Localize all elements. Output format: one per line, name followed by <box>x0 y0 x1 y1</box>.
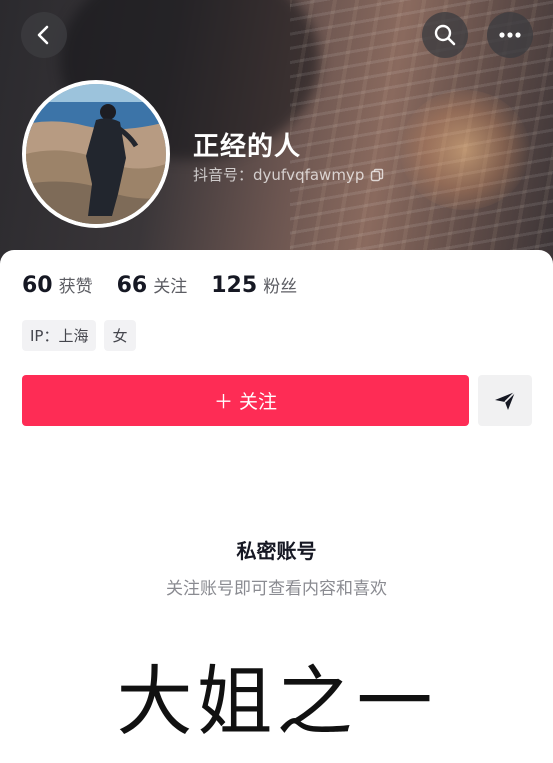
search-button[interactable] <box>422 12 468 58</box>
search-icon <box>434 24 456 46</box>
ip-location-tag: IP：上海 <box>22 320 97 351</box>
private-account-subtitle: 关注账号即可查看内容和喜欢 <box>166 579 387 599</box>
stat-value: 66 <box>116 273 148 298</box>
nickname: 正经的人 <box>193 132 302 162</box>
chevron-left-icon <box>37 25 49 45</box>
douyin-id: 抖音号：dyufvqfawmyp <box>193 166 365 184</box>
avatar[interactable] <box>22 80 170 228</box>
overlay-caption: 大姐之一 <box>116 657 437 746</box>
follow-button[interactable]: ＋ 关注 <box>22 375 469 426</box>
share-button[interactable] <box>478 375 532 426</box>
more-button[interactable] <box>487 12 533 58</box>
stat-likes[interactable]: 60 获赞 <box>22 272 93 298</box>
stat-label: 获赞 <box>58 277 93 297</box>
profile-tags: IP：上海 女 <box>22 320 136 351</box>
stat-value: 60 <box>22 273 53 298</box>
send-icon <box>495 390 516 410</box>
stat-value: 125 <box>211 273 258 298</box>
stats-row: 60 获赞 66 关注 125 粉丝 <box>22 272 297 298</box>
stat-label: 粉丝 <box>263 277 298 297</box>
back-button[interactable] <box>21 12 67 58</box>
profile-card: 60 获赞 66 关注 125 粉丝 IP：上海 女 ＋ 关注 私密账号 关注账… <box>0 250 553 763</box>
private-account-title: 私密账号 <box>236 539 317 563</box>
copy-icon[interactable] <box>370 168 384 182</box>
douyin-id-row[interactable]: 抖音号：dyufvqfawmyp <box>193 164 384 185</box>
profile-banner: 正经的人 抖音号：dyufvqfawmyp <box>0 0 553 275</box>
avatar-photo <box>26 84 166 224</box>
banner-light-glow <box>400 90 530 210</box>
more-dots-icon <box>499 32 521 38</box>
stat-followers[interactable]: 125 粉丝 <box>211 272 297 298</box>
stat-following[interactable]: 66 关注 <box>117 272 188 298</box>
stat-label: 关注 <box>153 277 188 297</box>
gender-tag: 女 <box>104 320 136 351</box>
